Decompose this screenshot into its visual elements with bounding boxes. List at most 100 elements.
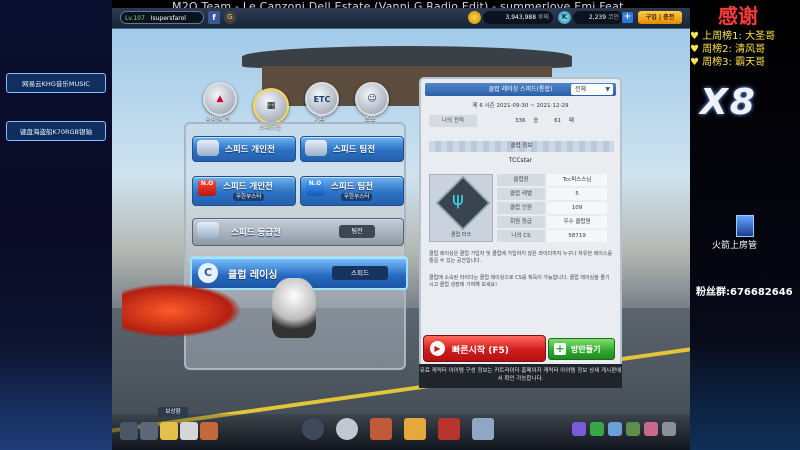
club-info-title: 클럽 정보 — [429, 141, 614, 152]
quick-start-button[interactable]: ▶ 빠른시작 (F5) — [423, 335, 546, 362]
speed-ranked-button[interactable]: 스피드 등급전 팀전 — [192, 218, 404, 246]
row-label-leader: 클럽장 — [497, 174, 545, 186]
settings-icon[interactable] — [662, 422, 676, 436]
row-value-cs: 58719 — [547, 230, 607, 242]
kcash-unit: 코인 — [607, 14, 619, 21]
weekly-rank-1: ♥ 上周榜1: 大圣哥 — [690, 31, 776, 42]
panda-character — [272, 278, 316, 338]
game-window: Lv.107 Isupersfarol f G 3,943,988 루찌 K 2… — [112, 8, 690, 450]
friend-icon[interactable] — [572, 422, 586, 436]
add-cash-button[interactable]: + — [622, 12, 633, 23]
play-icon: ▶ — [430, 341, 445, 356]
coin-icon — [468, 11, 481, 24]
garage-icon[interactable] — [370, 418, 392, 440]
record-losses-unit: 패 — [568, 118, 574, 124]
mail-icon[interactable] — [180, 422, 198, 440]
fan-group-label: 粉丝群:676682646 — [696, 287, 793, 298]
weekly-rank-2-text: 周榜2: 清风哥 — [702, 44, 766, 55]
shop-icon[interactable] — [404, 418, 426, 440]
profile-chip[interactable]: Lv.107 Isupersfarol — [120, 11, 204, 24]
etc-icon: ETC — [313, 94, 331, 104]
tab-speed-mode[interactable]: ▦ — [253, 88, 289, 124]
tab-item-mode[interactable]: ▲ — [203, 82, 237, 116]
checkered-flag-icon: ▦ — [266, 101, 276, 111]
keyboard-promo-button[interactable]: 键盘海盗船K70RGB银轴 — [6, 121, 106, 141]
rocket-admin-label: 火箭上房管 — [712, 241, 758, 251]
level-label: Lv.107 — [125, 15, 145, 22]
home-icon[interactable] — [140, 422, 158, 440]
coin-value: 3,943,988 — [505, 14, 537, 21]
community-icon[interactable] — [472, 418, 494, 440]
coin-unit: 루찌 — [537, 14, 549, 21]
speed-team-nb-label: 스피드 팀전 — [331, 182, 374, 192]
paid-item-notice: 유료 캐릭터 아이템 구성 정보는 카트라이더 홈페이지 캐릭터 아이템 정보 … — [419, 364, 622, 388]
rocket-icon — [736, 215, 754, 237]
club-icon[interactable] — [590, 422, 604, 436]
club-mark-label: 클럽 마크 — [451, 232, 471, 238]
row-value-level: 5 — [547, 188, 607, 200]
red-kart — [122, 283, 242, 338]
facebook-icon[interactable]: f — [208, 11, 220, 24]
race-flag-icon[interactable] — [302, 418, 324, 440]
row-value-members: 109 — [547, 202, 607, 214]
speed-team-label: 스피드 팀전 — [333, 145, 376, 155]
kcash-icon: K — [558, 11, 571, 24]
row-label-grade: 회원 등급 — [497, 216, 545, 228]
club-racing-label: 클럽 레이싱 — [228, 270, 278, 281]
trident-icon: ψ — [452, 189, 464, 210]
speed-team-nb-sub: 무한부스터 — [341, 193, 373, 201]
club-name: TCCstar — [508, 157, 533, 164]
club-desc-1: 클럽 레이싱은 클럽 가입자 및 클럽에 가입하지 않은 라이더까지 누구나 자… — [429, 251, 613, 264]
speed-team-button[interactable]: 스피드 팀전 — [300, 136, 404, 162]
nobooster-badge-blue: N.O — [306, 180, 324, 196]
chevron-down-icon: ▼ — [605, 86, 610, 93]
club-mark-box: ψ 클럽 마크 — [429, 174, 493, 242]
speedometer-icon[interactable] — [336, 418, 358, 440]
club-c-icon: C — [198, 263, 218, 283]
reward-box-tooltip: 보상함 — [158, 407, 188, 417]
club-speed-tag: 스피드 — [332, 266, 388, 280]
city-glow — [0, 350, 112, 450]
kart-icon — [197, 140, 219, 156]
speed-solo-button[interactable]: 스피드 개인전 — [192, 136, 296, 162]
g-coin-icon[interactable]: G — [224, 11, 236, 24]
buy-charge-button[interactable]: 구입 | 충전 — [638, 11, 682, 24]
kcash-value: 2,239 — [588, 14, 607, 21]
gate-roof — [242, 46, 572, 68]
club-desc-2: 클럽에 소속된 라이더는 클럽 레이싱으로 CS를 획득이 가능합니다. 클럽 … — [429, 275, 610, 288]
chat-icon[interactable] — [608, 422, 622, 436]
username-label: Isupersfarol — [150, 15, 186, 22]
kart-team-icon — [305, 140, 327, 156]
ranked-team-tag: 팀전 — [339, 225, 375, 238]
nobooster-badge: N.O — [198, 180, 216, 196]
record-label: 나의 전적 — [429, 115, 477, 127]
tab-etc-mode[interactable]: ETC — [305, 82, 339, 116]
gift-icon[interactable] — [644, 422, 658, 436]
create-room-label: 방만들기 — [571, 345, 601, 354]
row-label-level: 클럽 레벨 — [497, 188, 545, 200]
weekly-rank-3-text: 周榜3: 霸天哥 — [702, 57, 766, 68]
inventory-icon[interactable] — [200, 422, 218, 440]
coin-balance: 3,943,988 루찌 — [483, 11, 553, 24]
stream-left-panel: 网易云KHG音乐MUSIC 键盘海盗船K70RGB银轴 — [0, 0, 112, 450]
reward-icon[interactable] — [160, 422, 178, 440]
top-status-bar: Lv.107 Isupersfarol f G 3,943,988 루찌 K 2… — [112, 8, 690, 29]
character-icon: ☺ — [367, 94, 377, 104]
quick-start-label: 빠른시작 (F5) — [452, 346, 509, 356]
record-wins-unit: 승 — [533, 118, 539, 124]
music-app-button[interactable]: 网易云KHG音乐MUSIC — [6, 73, 106, 93]
record-icon[interactable] — [626, 422, 640, 436]
event-icon[interactable] — [438, 418, 460, 440]
filter-dropdown[interactable]: 전체 ▼ — [571, 84, 613, 95]
speed-team-nobooster-button[interactable]: N.O 스피드 팀전 무한부스터 — [300, 176, 404, 206]
exit-icon[interactable] — [120, 422, 138, 440]
weekly-rank-2: ♥ 周榜2: 清风哥 — [690, 44, 766, 55]
speed-solo-nobooster-button[interactable]: N.O 스피드 개인전 무한부스터 — [192, 176, 296, 206]
create-room-button[interactable]: + 방만들기 — [548, 338, 615, 360]
weekly-rank-1-text: 上周榜1: 大圣哥 — [702, 31, 776, 42]
city-glow-right — [690, 340, 800, 450]
weekly-ranking: ♥ 上周榜1: 大圣哥 ♥ 周榜2: 清风哥 ♥ 周榜3: 霸天哥 — [690, 30, 800, 69]
speed-ranked-label: 스피드 등급전 — [231, 228, 281, 238]
tab-beginner-mode[interactable]: ☺ — [355, 82, 389, 116]
rocket-icon: ▲ — [216, 94, 224, 104]
